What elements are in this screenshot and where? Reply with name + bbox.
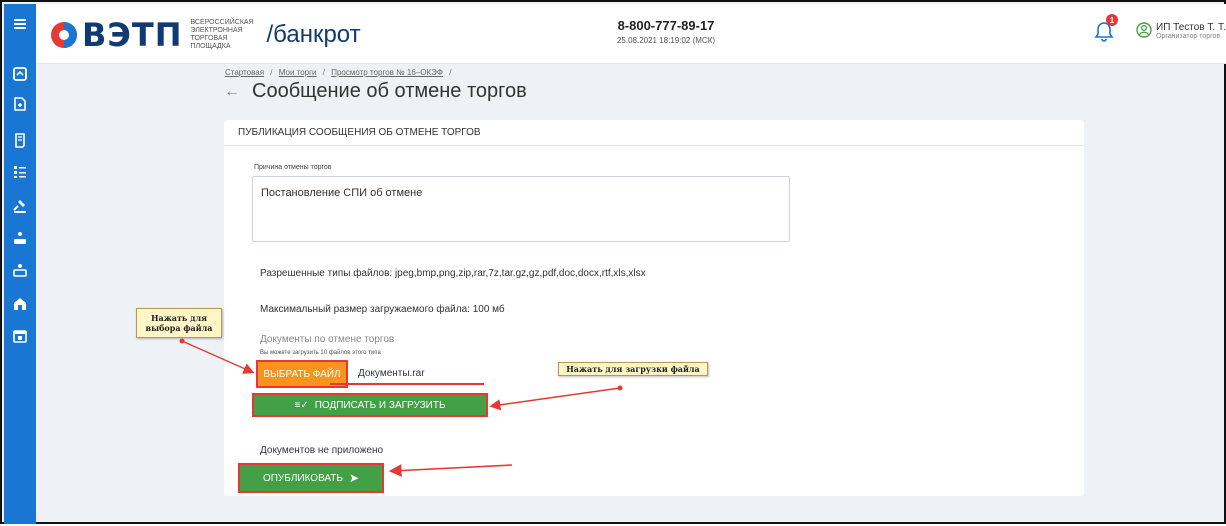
breadcrumb-link-trade-view[interactable]: Просмотр торгов № 16–ОКЭФ: [331, 68, 443, 77]
max-file-size: Максимальный размер загружаемого файла: …: [260, 304, 505, 315]
publish-button[interactable]: ОПУБЛИКОВАТЬ ➤: [238, 463, 384, 493]
page-title-row: ← Сообщение об отмене торгов: [224, 80, 527, 103]
logo[interactable]: ВЭТП ВСЕРОССИЙСКАЯ ЭЛЕКТРОННАЯ ТОРГОВАЯ …: [50, 16, 361, 54]
breadcrumb-separator: /: [449, 68, 452, 77]
app-frame: ВЭТП ВСЕРОССИЙСКАЯ ЭЛЕКТРОННАЯ ТОРГОВАЯ …: [0, 0, 1226, 524]
server-datetime: 25.08.2021 18:19:02 (МСК): [616, 36, 716, 45]
gavel-icon[interactable]: [8, 194, 32, 218]
page-title: Сообщение об отмене торгов: [252, 80, 527, 102]
calendar-icon[interactable]: [8, 324, 32, 348]
documents-hint: Вы можете загрузить 10 файлов этого типа: [260, 350, 381, 356]
document-icon[interactable]: [8, 92, 32, 116]
publication-card: ПУБЛИКАЦИЯ СООБЩЕНИЯ ОБ ОТМЕНЕ ТОРГОВ Пр…: [224, 120, 1084, 496]
home-icon[interactable]: [8, 62, 32, 86]
list-icon[interactable]: [8, 160, 32, 184]
file-name-underline: [330, 383, 484, 385]
contact-block: 8-800-777-89-17 25.08.2021 18:19:02 (МСК…: [586, 18, 746, 45]
user-name: ИП Тестов Т. Т.: [1156, 22, 1226, 33]
breadcrumb-link-home[interactable]: Стартовая: [225, 68, 264, 77]
top-header: ВЭТП ВСЕРОССИЙСКАЯ ЭЛЕКТРОННАЯ ТОРГОВАЯ …: [36, 4, 1226, 64]
breadcrumb-link-my-trades[interactable]: Мои торги: [279, 68, 317, 77]
user-menu[interactable]: ИП Тестов Т. Т. Организатор торгов: [1136, 22, 1226, 40]
send-icon: ➤: [348, 471, 360, 485]
notification-badge: 1: [1106, 14, 1118, 26]
breadcrumb-separator: /: [322, 68, 325, 77]
user-role: Организатор торгов: [1156, 33, 1221, 40]
callout-anchor-dot: [179, 338, 185, 344]
documents-title: Документы по отмене торгов: [260, 334, 395, 345]
menu-icon[interactable]: [8, 12, 32, 36]
sidebar: [4, 4, 36, 524]
sign-and-upload-label: ПОДПИСАТЬ И ЗАГРУЗИТЬ: [314, 399, 446, 411]
breadcrumb: Стартовая / Мои торги / Просмотр торгов …: [225, 68, 455, 77]
phone-number[interactable]: 8-800-777-89-17: [586, 18, 746, 33]
person-desk-alt-icon[interactable]: [8, 258, 32, 282]
back-arrow-icon[interactable]: ←: [224, 83, 240, 101]
sign-and-upload-button[interactable]: ≡✓ ПОДПИСАТЬ И ЗАГРУЗИТЬ: [252, 393, 488, 417]
publish-label: ОПУБЛИКОВАТЬ: [262, 472, 343, 484]
reason-label: Причина отмены торгов: [254, 164, 332, 171]
person-desk-icon[interactable]: [8, 226, 32, 250]
selected-file-name: Документы.rar: [358, 368, 425, 379]
callout-upload-file: Нажать для загрузки файла: [558, 362, 708, 376]
logo-subtitle: ВСЕРОССИЙСКАЯ ЭЛЕКТРОННАЯ ТОРГОВАЯ ПЛОЩА…: [190, 19, 254, 50]
user-icon: [1136, 22, 1152, 38]
reason-textarea[interactable]: Постановление СПИ об отмене: [252, 176, 790, 242]
scroll-icon[interactable]: [8, 128, 32, 152]
logo-section: /банкрот: [266, 21, 361, 48]
logo-text: ВЭТП: [82, 16, 183, 54]
allowed-file-types: Разрешенные типы файлов: jpeg,bmp,png,zi…: [260, 268, 646, 279]
house-icon[interactable]: [8, 292, 32, 316]
sign-icon: ≡✓: [294, 399, 309, 411]
section-title: ПУБЛИКАЦИЯ СООБЩЕНИЯ ОБ ОТМЕНЕ ТОРГОВ: [224, 120, 1084, 146]
breadcrumb-separator: /: [270, 68, 273, 77]
no-documents-text: Документов не приложено: [260, 445, 384, 456]
logo-mark-icon: [51, 22, 77, 48]
callout-choose-file: Нажать для выбора файла: [136, 308, 222, 338]
